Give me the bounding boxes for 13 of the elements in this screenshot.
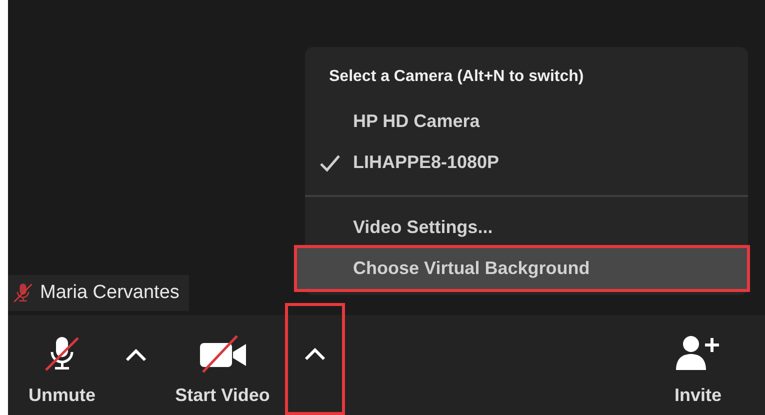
menu-heading: Select a Camera (Alt+N to switch) [328,67,585,87]
check-icon [319,152,341,172]
menu-item[interactable]: Choose Virtual Background [297,248,747,289]
participant-name: Maria Cervantes [40,280,180,304]
menu-item[interactable]: Video Settings... [305,207,748,248]
start-video-button[interactable]: Start Video [160,315,285,415]
menu-item[interactable]: HP HD Camera [305,101,748,142]
unmute-button[interactable]: Unmute [12,315,112,415]
menu-item[interactable]: LIHAPPE8-1080P [305,142,748,183]
caret-button[interactable] [285,303,345,415]
caret-icon [125,348,147,362]
caret-icon [304,347,326,361]
invite-button[interactable]: Invite [653,315,743,415]
